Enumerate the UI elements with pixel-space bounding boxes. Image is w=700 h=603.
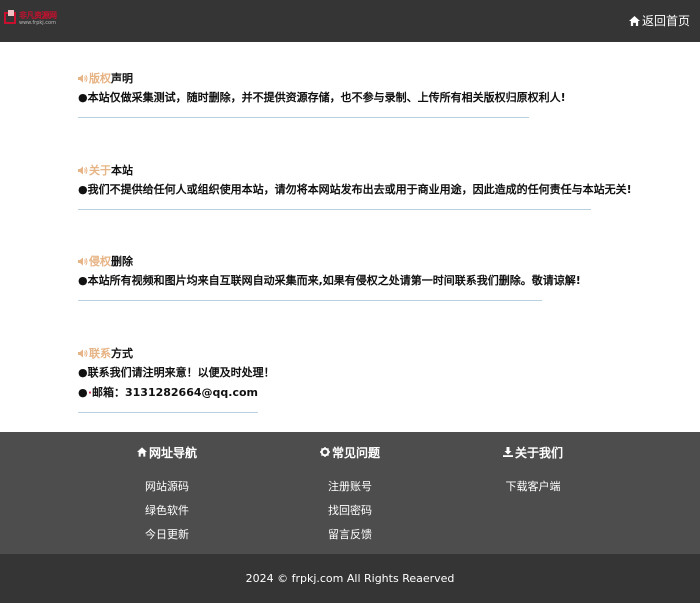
section-title-rest: 本站 [111, 164, 133, 177]
top-bar: 非凡资源网 www.frpkj.com 返回首页 [0, 0, 700, 42]
email-address[interactable]: 邮箱：3131282664@qq.com [92, 384, 258, 400]
home-icon [136, 447, 147, 457]
footer-link-download-client[interactable]: 下载客户端 [473, 478, 593, 494]
section-text: ●我们不提供给任何人或组织使用本站，请勿将本网站发布出去或用于商业用途，因此造成… [78, 183, 632, 196]
footer-column-title: 常见问题 [290, 444, 410, 460]
section-title-rest: 方式 [111, 347, 133, 360]
divider [78, 209, 591, 210]
footer-column-title-text: 常见问题 [331, 445, 380, 460]
section-title-highlight: 版权 [89, 72, 111, 85]
section-title: 关于 本站 [78, 163, 591, 177]
section-title-highlight: 关于 [89, 164, 111, 177]
footer-column-about-us: 关于我们 下载客户端 [473, 444, 593, 494]
footer-column-title-text: 网址导航 [148, 445, 197, 460]
divider [78, 117, 529, 118]
footer-link-today-updates[interactable]: 今日更新 [107, 526, 227, 542]
section-text: ●联系我们请注明来意！以便及时处理！ [78, 366, 275, 379]
logo-subtext: www.frpkj.com [19, 20, 56, 26]
footer-column-title: 网址导航 [107, 444, 227, 460]
section-text: ●本站仅做采集测试，随时删除，并不提供资源存储，也不参与录制、上传所有相关版权归… [78, 91, 566, 104]
footer-link-register[interactable]: 注册账号 [290, 478, 410, 494]
speaker-icon [78, 349, 88, 357]
bullet: ● [78, 385, 88, 399]
copyright: 2024 © frpkj.com All Rights Reaerved [0, 554, 700, 603]
section-title: 侵权 删除 [78, 254, 542, 268]
speaker-icon [78, 166, 88, 174]
section-contact: 联系 方式 ●联系我们请注明来意！以便及时处理！ ● 邮箱：3131282664@… [78, 346, 275, 413]
section-title-highlight: 侵权 [89, 255, 111, 268]
divider [78, 300, 542, 301]
section-title: 版权 声明 [78, 71, 529, 85]
home-link-label: 返回首页 [641, 14, 690, 28]
footer-column-title: 关于我们 [473, 444, 593, 460]
footer-link-source-code[interactable]: 网站源码 [107, 478, 227, 494]
section-copyright: 版权 声明 ●本站仅做采集测试，随时删除，并不提供资源存储，也不参与录制、上传所有… [78, 71, 566, 118]
footer-link-green-software[interactable]: 绿色软件 [107, 502, 227, 518]
footer-column-title-text: 关于我们 [514, 445, 563, 460]
section-text: ●本站所有视频和图片均来自互联网自动采集而来,如果有侵权之处请第一时间联系我们删… [78, 274, 581, 287]
footer-link-feedback[interactable]: 留言反馈 [290, 526, 410, 542]
home-link[interactable]: 返回首页 [629, 12, 690, 29]
divider [78, 412, 258, 413]
footer-column-site-nav: 网址导航 网站源码 绿色软件 今日更新 [107, 444, 227, 542]
footer-nav: 网址导航 网站源码 绿色软件 今日更新 常见问题 注册账号 找回密码 留言反馈 … [0, 432, 700, 554]
footer-column-faq: 常见问题 注册账号 找回密码 留言反馈 [290, 444, 410, 542]
email-line: ● 邮箱：3131282664@qq.com [78, 384, 258, 400]
section-title-rest: 删除 [111, 255, 133, 268]
envelope-icon [88, 391, 91, 393]
section-title: 联系 方式 [78, 346, 258, 360]
section-infringement: 侵权 删除 ●本站所有视频和图片均来自互联网自动采集而来,如果有侵权之处请第一时间… [78, 254, 581, 301]
section-about-site: 关于 本站 ●我们不提供给任何人或组织使用本站，请勿将本网站发布出去或用于商业用途… [78, 163, 632, 210]
speaker-icon [78, 74, 88, 82]
home-icon [629, 15, 640, 26]
section-title-rest: 声明 [111, 72, 133, 85]
gear-icon [319, 447, 330, 457]
section-title-highlight: 联系 [89, 347, 111, 360]
speaker-icon [78, 257, 88, 265]
download-icon [502, 447, 513, 457]
logo-accent [8, 10, 14, 16]
footer-link-recover-password[interactable]: 找回密码 [290, 502, 410, 518]
site-logo[interactable]: 非凡资源网 www.frpkj.com [4, 10, 57, 32]
